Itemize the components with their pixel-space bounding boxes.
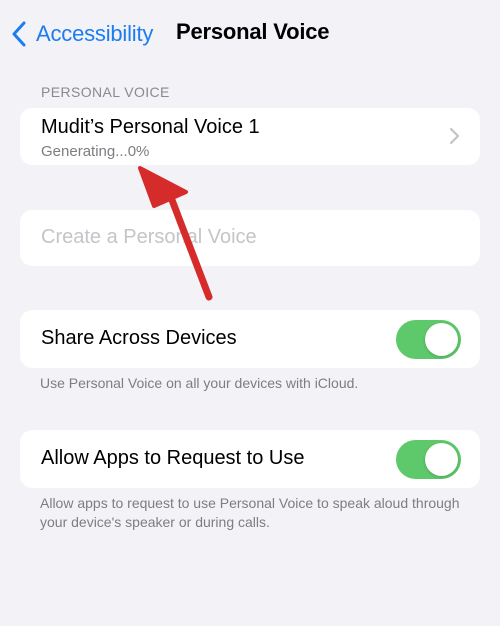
allow-apps-label: Allow Apps to Request to Use <box>41 447 305 469</box>
share-across-devices-row: Share Across Devices <box>20 310 480 368</box>
back-button[interactable]: Accessibility <box>10 18 153 50</box>
personal-voice-screen: Accessibility Personal Voice PERSONAL VO… <box>0 0 500 626</box>
toggle-knob <box>425 323 458 356</box>
share-across-devices-toggle[interactable] <box>396 320 461 359</box>
allow-footer-text: Allow apps to request to use Personal Vo… <box>40 495 460 530</box>
share-footer-text: Use Personal Voice on all your devices w… <box>40 375 359 391</box>
toggle-knob <box>425 443 458 476</box>
back-button-label: Accessibility <box>36 21 154 46</box>
voice-status: Generating...0% <box>41 143 150 160</box>
create-personal-voice-button[interactable]: Create a Personal Voice <box>20 210 480 266</box>
chevron-right-icon <box>449 127 460 145</box>
page-title: Personal Voice <box>176 19 330 44</box>
chevron-left-icon <box>12 21 26 47</box>
share-across-devices-label: Share Across Devices <box>41 327 237 349</box>
create-personal-voice-label: Create a Personal Voice <box>41 226 257 248</box>
voice-name: Mudit’s Personal Voice 1 <box>41 116 260 138</box>
navigation-bar: Accessibility Personal Voice <box>0 0 500 66</box>
section-header: PERSONAL VOICE <box>41 84 170 100</box>
allow-apps-row: Allow Apps to Request to Use <box>20 430 480 488</box>
personal-voice-row[interactable]: Mudit’s Personal Voice 1 Generating...0% <box>20 108 480 165</box>
allow-apps-toggle[interactable] <box>396 440 461 479</box>
